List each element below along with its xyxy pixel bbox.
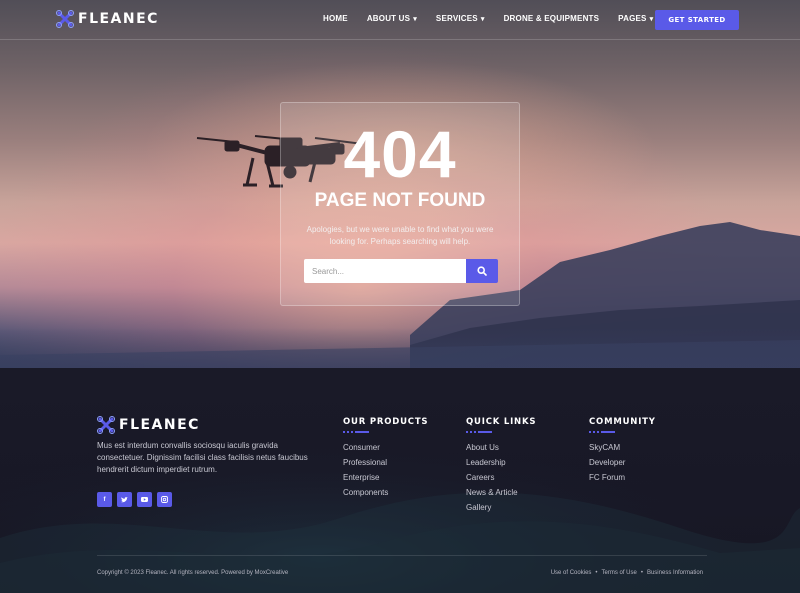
- copyright-text: Copyright © 2023 Fleanec. All rights res…: [97, 570, 289, 576]
- footer-column-products: OUR PRODUCTS Consumer Professional Enter…: [343, 417, 428, 503]
- footer-link[interactable]: SkyCAM: [589, 443, 656, 458]
- search-button[interactable]: [466, 259, 498, 283]
- logo-text: FLEANEC: [78, 11, 159, 27]
- lake-reflection: [0, 328, 800, 368]
- footer-column-quick-links: QUICK LINKS About Us Leadership Careers …: [466, 417, 536, 518]
- nav-services[interactable]: SERVICES ▾: [436, 14, 485, 23]
- drone-logo-icon: [97, 416, 115, 434]
- youtube-icon[interactable]: [137, 492, 152, 507]
- column-title: OUR PRODUCTS: [343, 417, 429, 427]
- logo[interactable]: FLEANEC: [56, 10, 159, 28]
- drone-logo-icon: [56, 10, 74, 28]
- nav-label: SERVICES: [435, 14, 478, 23]
- footer-link[interactable]: About Us: [466, 443, 536, 458]
- main-nav: HOME ABOUT US ▾ SERVICES ▾ DRONE & EQUIP…: [323, 14, 653, 23]
- facebook-icon[interactable]: f: [97, 492, 112, 507]
- title-underline: [343, 431, 428, 433]
- search-form: [304, 259, 498, 283]
- search-input[interactable]: [304, 259, 466, 283]
- column-title: QUICK LINKS: [466, 417, 537, 427]
- footer-link[interactable]: Components: [343, 488, 428, 503]
- footer-link[interactable]: Gallery: [466, 503, 536, 518]
- chevron-down-icon: ▾: [413, 15, 417, 23]
- logo-text: FLEANEC: [119, 417, 200, 433]
- use-of-cookies-link[interactable]: Use of Cookies: [551, 570, 592, 576]
- footer-link[interactable]: Professional: [343, 458, 428, 473]
- terms-of-use-link[interactable]: Terms of Use: [602, 570, 637, 576]
- footer-link[interactable]: Enterprise: [343, 473, 428, 488]
- footer-about-text: Mus est interdum convallis sociosqu iacu…: [97, 441, 308, 474]
- footer-logo[interactable]: FLEANEC: [97, 416, 200, 434]
- nav-home[interactable]: HOME: [323, 14, 348, 23]
- error-code: 404: [343, 117, 457, 191]
- error-card: 404 PAGE NOT FOUND Apologies, but we wer…: [280, 102, 520, 306]
- chevron-down-icon: ▾: [649, 15, 654, 23]
- nav-pages[interactable]: PAGES ▾: [618, 14, 653, 23]
- site-header: FLEANEC HOME ABOUT US ▾ SERVICES ▾ DRONE…: [0, 0, 800, 40]
- footer-link[interactable]: Leadership: [466, 458, 536, 473]
- title-underline: [466, 431, 536, 433]
- column-title: COMMUNITY: [589, 417, 656, 427]
- footer-column-community: COMMUNITY SkyCAM Developer FC Forum: [589, 417, 656, 488]
- search-icon: [477, 266, 487, 276]
- footer-link[interactable]: Careers: [466, 473, 536, 488]
- title-underline: [589, 431, 656, 433]
- footer-link[interactable]: FC Forum: [589, 473, 656, 488]
- nav-label: PAGES: [618, 14, 647, 23]
- nav-about-us[interactable]: ABOUT US ▾: [367, 14, 417, 23]
- social-links: f: [97, 492, 172, 507]
- hero-section: FLEANEC HOME ABOUT US ▾ SERVICES ▾ DRONE…: [0, 0, 800, 368]
- nav-label: DRONE & EQUIPMENTS: [503, 14, 600, 23]
- legal-links: Use of Cookies • Terms of Use • Business…: [551, 570, 703, 576]
- footer-link[interactable]: Developer: [589, 458, 656, 473]
- footer-link[interactable]: News & Article: [466, 488, 536, 503]
- nav-label: HOME: [323, 14, 348, 23]
- business-information-link[interactable]: Business Information: [647, 570, 703, 576]
- instagram-icon[interactable]: [157, 492, 172, 507]
- separator-dot: •: [640, 570, 643, 576]
- nav-drone-equipments[interactable]: DRONE & EQUIPMENTS: [504, 14, 600, 23]
- footer-divider: [97, 555, 707, 556]
- separator-dot: •: [595, 570, 598, 576]
- footer-link[interactable]: Consumer: [343, 443, 428, 458]
- get-started-button[interactable]: GET STARTED: [655, 10, 739, 30]
- nav-label: ABOUT US: [366, 14, 411, 23]
- site-footer: FLEANEC Mus est interdum convallis socio…: [0, 368, 800, 593]
- error-message: Apologies, but we were unable to find wh…: [306, 225, 494, 246]
- chevron-down-icon: ▾: [480, 15, 485, 23]
- twitter-icon[interactable]: [117, 492, 132, 507]
- error-title: PAGE NOT FOUND: [314, 190, 486, 211]
